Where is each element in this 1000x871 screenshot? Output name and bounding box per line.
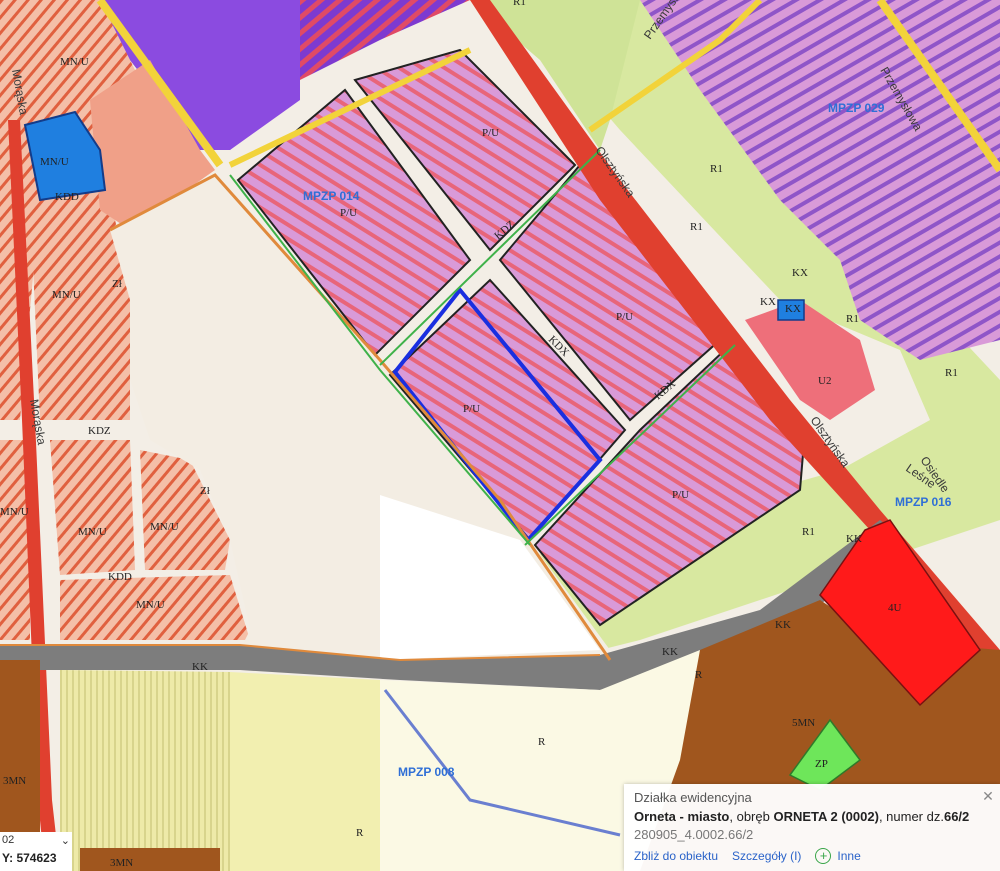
zone-label: P/U: [616, 311, 633, 323]
coordinate-readout: 02 ⌄ Y: 574623: [0, 832, 72, 871]
parcel-description: Orneta - miasto, obręb ORNETA 2 (0002), …: [634, 808, 990, 825]
zone-label: MN/U: [60, 56, 89, 68]
zone-label: P/U: [340, 207, 357, 219]
zone-residential-s: [80, 848, 220, 871]
zone-label: KK: [775, 619, 791, 631]
zone-label: R: [538, 736, 546, 748]
zone-label: MN/U: [52, 289, 81, 301]
parcel-info-popup: ✕ Działka ewidencyjna Orneta - miasto, o…: [624, 784, 1000, 871]
zone-label: KK: [846, 533, 862, 545]
zone-label: KDD: [55, 191, 79, 203]
zone-label: MN/U: [78, 526, 107, 538]
plan-label: MPZP 029: [828, 101, 885, 115]
plan-label: MPZP 008: [398, 765, 455, 779]
zone-label: R1: [846, 313, 859, 325]
zone-label: P/U: [463, 403, 480, 415]
popup-actions: Zbliż do obiektu Szczegóły (I) + Inne: [634, 848, 990, 864]
zone-label: MN/U: [40, 156, 69, 168]
zone-label: U2: [818, 375, 831, 387]
zone-label: MN/U: [136, 599, 165, 611]
parcel-identifier: 280905_4.0002.66/2: [634, 827, 754, 842]
zone-label: MN/U: [150, 521, 179, 533]
plan-label: MPZP 014: [303, 189, 360, 203]
coordinate-system-select[interactable]: 02 ⌄: [2, 834, 70, 847]
zone-label: KK: [662, 646, 678, 658]
zone-label: ZP: [815, 758, 828, 770]
zone-label: KK: [192, 661, 208, 673]
zone-agri-west: [60, 670, 230, 871]
plan-map[interactable]: MPZP 014 MPZP 029 MPZP 016 MPZP 008 Morą…: [0, 0, 1000, 871]
plan-label: MPZP 016: [895, 495, 952, 509]
zone-label: 3MN: [3, 775, 26, 787]
place-name: Orneta - miasto: [634, 809, 730, 824]
zone-label: R1: [690, 221, 703, 233]
zone-label: KDD: [108, 571, 132, 583]
details-link[interactable]: Szczegóły (I): [732, 849, 801, 863]
zone-label: MN/U: [0, 506, 29, 518]
plus-circle-icon[interactable]: +: [815, 848, 832, 864]
zone-label: R1: [513, 0, 526, 8]
coordinate-system-value: 02: [2, 834, 15, 846]
zone-label: R1: [945, 367, 958, 379]
zone-label: KDZ: [88, 425, 111, 437]
popup-title: Działka ewidencyjna: [634, 790, 752, 805]
zone-label: KX: [792, 267, 808, 279]
zone-label: R1: [802, 526, 815, 538]
separator-number: , numer dz.: [878, 809, 944, 824]
zone-label: R: [356, 827, 364, 839]
close-icon[interactable]: ✕: [980, 788, 996, 804]
more-link[interactable]: Inne: [837, 849, 860, 863]
coordinate-y: Y: 574623: [2, 851, 57, 865]
zone-agri-mid: [230, 672, 380, 871]
zone-mnu-southwest: [50, 440, 135, 575]
zone-label: 5MN: [792, 717, 815, 729]
zone-label: R: [695, 669, 703, 681]
zone-label: Zł: [200, 485, 210, 497]
zone-label: R1: [710, 163, 723, 175]
separator-precinct: , obręb: [729, 809, 774, 824]
zone-label: P/U: [672, 489, 689, 501]
zone-label: KX: [785, 303, 801, 315]
zone-label: 3MN: [110, 857, 133, 869]
zoom-to-object-link[interactable]: Zbliż do obiektu: [634, 849, 718, 863]
zone-label: Zł: [112, 278, 122, 290]
chevron-down-icon: ⌄: [60, 835, 70, 847]
zone-label: P/U: [482, 127, 499, 139]
parcel-number: 66/2: [943, 809, 970, 824]
zone-label: KX: [760, 296, 776, 308]
zone-label: 4U: [888, 602, 902, 614]
precinct-name: ORNETA 2 (0002): [773, 809, 879, 824]
